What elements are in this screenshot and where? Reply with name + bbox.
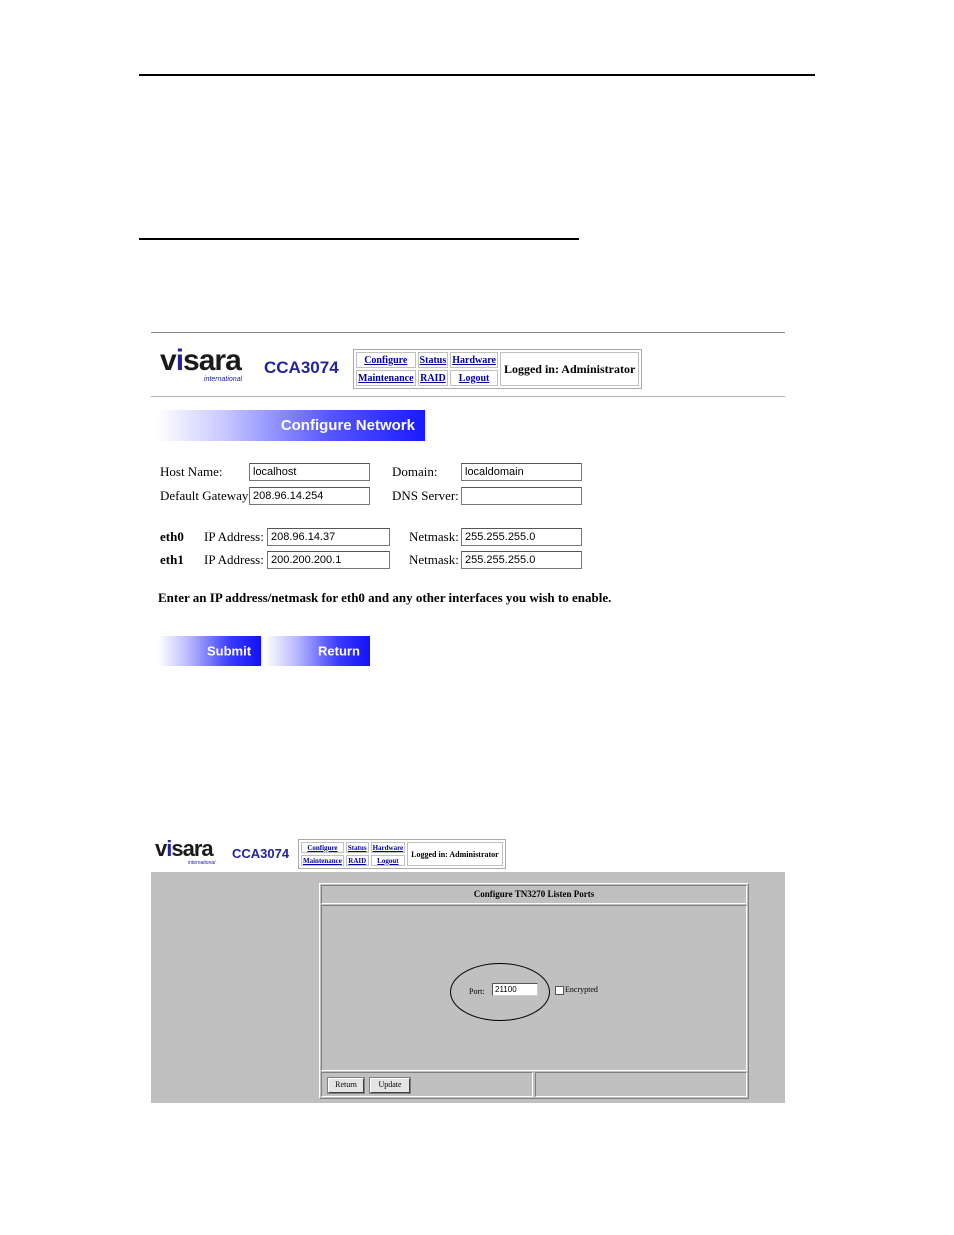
panel-title: Configure TN3270 Listen Ports: [321, 885, 747, 904]
section-underline: [139, 238, 579, 240]
eth1-ip-field[interactable]: [267, 551, 390, 569]
dns-server-label: DNS Server:: [392, 488, 459, 503]
nav-hardware[interactable]: Hardware: [450, 352, 498, 368]
instructions-text: Enter an IP address/netmask for eth0 and…: [158, 590, 612, 605]
nav-maintenance[interactable]: Maintenance: [301, 855, 344, 866]
domain-field[interactable]: [461, 463, 582, 481]
header-divider: [151, 396, 785, 397]
configure-tn3270-screenshot: visara international CCA3074 Configure S…: [151, 836, 785, 1103]
eth0-netmask-field[interactable]: [461, 528, 582, 546]
logged-in-status: Logged in: Administrator: [499, 352, 640, 386]
return-button[interactable]: Return: [265, 636, 370, 666]
default-gateway-label: Default Gateway:: [160, 488, 253, 503]
eth0-ip-field[interactable]: [267, 528, 390, 546]
update-button[interactable]: Update: [369, 1077, 411, 1094]
visara-logo: visara international: [160, 344, 243, 384]
page-header-rule: [139, 74, 815, 76]
panel-footer-left: Return Update: [321, 1072, 533, 1097]
return-button[interactable]: Return: [327, 1077, 365, 1094]
top-nav: Configure Status Hardware Logged in: Adm…: [353, 349, 643, 389]
port-label: Port:: [469, 987, 485, 996]
nav-logout[interactable]: Logout: [370, 855, 406, 866]
host-name-label: Host Name:: [160, 464, 223, 479]
nav-configure[interactable]: Configure: [356, 352, 416, 368]
host-name-field[interactable]: [249, 463, 370, 481]
eth1-netmask-label: Netmask:: [409, 552, 459, 567]
top-nav: Configure Status Hardware Logged in: Adm…: [298, 839, 506, 869]
dns-server-field[interactable]: [461, 487, 582, 505]
page-banner: Configure Network: [157, 410, 425, 441]
panel-body: Port: Encrypted: [321, 905, 747, 1071]
nav-configure[interactable]: Configure: [301, 842, 344, 853]
port-field[interactable]: [492, 983, 538, 996]
eth1-ip-label: IP Address:: [204, 552, 264, 567]
domain-label: Domain:: [392, 464, 438, 479]
eth1-netmask-field[interactable]: [461, 551, 582, 569]
eth1-label: eth1: [160, 552, 184, 567]
model-name: CCA3074: [232, 846, 290, 861]
configure-network-screenshot: visara international CCA3074 Configure S…: [151, 332, 785, 672]
nav-logout[interactable]: Logout: [450, 370, 498, 386]
panel-footer-right: [535, 1072, 747, 1097]
nav-hardware[interactable]: Hardware: [370, 842, 406, 853]
nav-status[interactable]: Status: [345, 842, 369, 853]
nav-maintenance[interactable]: Maintenance: [356, 370, 416, 386]
nav-raid[interactable]: RAID: [417, 370, 449, 386]
top-divider: [151, 332, 785, 333]
default-gateway-field[interactable]: [249, 487, 370, 505]
encrypted-label: Encrypted: [565, 985, 598, 994]
page-title: Configure Network: [280, 416, 415, 434]
eth0-label: eth0: [160, 529, 184, 544]
nav-status[interactable]: Status: [417, 352, 449, 368]
logged-in-status: Logged in: Administrator: [407, 842, 503, 866]
encrypted-checkbox[interactable]: [555, 986, 564, 995]
listen-ports-panel: Configure TN3270 Listen Ports Port: Encr…: [319, 883, 749, 1099]
nav-raid[interactable]: RAID: [345, 855, 369, 866]
model-name: CCA3074: [264, 358, 339, 377]
visara-logo: visara international: [155, 836, 216, 867]
submit-button[interactable]: Submit: [158, 636, 261, 666]
eth0-ip-label: IP Address:: [204, 529, 264, 544]
eth0-netmask-label: Netmask:: [409, 529, 459, 544]
